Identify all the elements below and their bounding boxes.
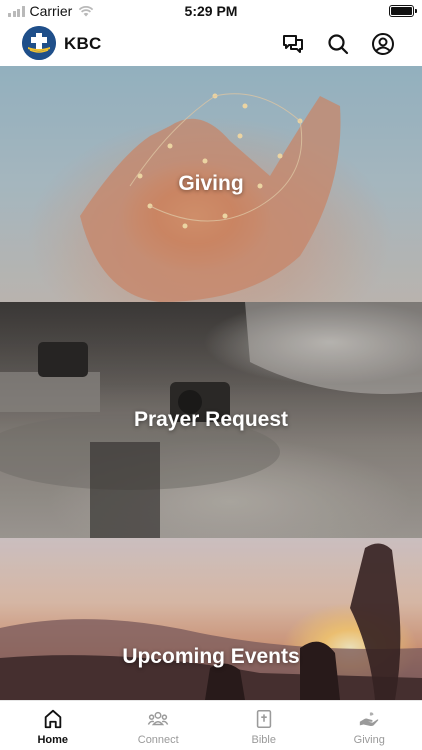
battery-icon xyxy=(389,5,417,17)
giving-hand-icon xyxy=(360,712,379,727)
prayer-request-tile-label: Prayer Request xyxy=(133,408,289,431)
search-icon[interactable] xyxy=(325,31,351,57)
tab-home-label: Home xyxy=(37,734,69,746)
tab-bible[interactable]: Bible xyxy=(211,701,317,750)
profile-icon[interactable] xyxy=(370,31,396,57)
tab-home[interactable]: Home xyxy=(0,701,106,750)
tab-connect[interactable]: Connect xyxy=(106,701,212,750)
tab-bible-label: Bible xyxy=(251,734,276,746)
upcoming-events-tile[interactable]: Upcoming Events xyxy=(0,538,422,700)
giving-tile-label: Giving xyxy=(178,172,244,195)
tab-giving-label: Giving xyxy=(353,734,385,746)
giving-tile[interactable]: Giving xyxy=(0,66,422,302)
people-icon xyxy=(147,711,169,726)
status-bar: Carrier 5:29 PM xyxy=(0,0,422,22)
upcoming-events-tile-label: Upcoming Events xyxy=(122,645,300,668)
chat-icon[interactable] xyxy=(280,31,306,57)
bottom-tab-bar: Home Connect Bible Giving xyxy=(0,700,422,750)
tab-connect-label: Connect xyxy=(137,734,179,746)
status-time: 5:29 PM xyxy=(184,3,238,19)
prayer-request-tile[interactable]: Prayer Request xyxy=(0,302,422,538)
app-title: KBC xyxy=(64,34,102,53)
logo-icon[interactable] xyxy=(22,26,56,60)
app-header: KBC xyxy=(0,22,422,66)
home-icon xyxy=(44,709,61,729)
tab-giving[interactable]: Giving xyxy=(317,701,422,750)
bible-icon xyxy=(256,709,271,729)
